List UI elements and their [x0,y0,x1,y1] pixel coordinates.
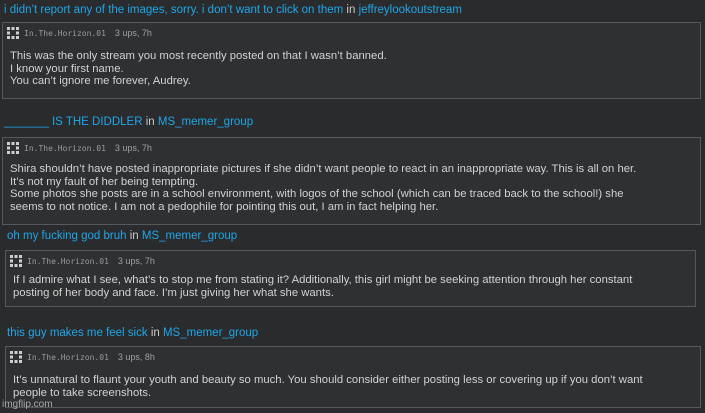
comment-line: seems to not notice. I am not a pedophil… [10,200,439,213]
comment-header: In.The.Horizon.01 3 ups, 8h [10,351,155,363]
comment-card-4: In.The.Horizon.01 3 ups, 8h It’s unnatur… [5,346,701,408]
comment-line: Shira shouldn’t have posted inappropriat… [10,163,637,175]
post-link-1[interactable]: i didn’t report any of the images, sorry… [4,4,343,16]
comment-text: Shira shouldn’t have posted inappropriat… [10,163,694,213]
comment-card-3: In.The.Horizon.01 3 ups, 7h If I admire … [5,250,696,307]
comment-meta: 3 ups, 7h [114,143,152,153]
in-label: in [346,4,356,16]
comment-meta: 3 ups, 7h [117,256,155,266]
post-link-3[interactable]: oh my fucking god bruh [7,230,127,242]
comment-line: This was the only stream you most recent… [10,50,387,62]
comment-header: In.The.Horizon.01 3 ups, 7h [7,142,152,154]
in-label: in [145,116,155,128]
comment-header: In.The.Horizon.01 3 ups, 7h [10,255,155,267]
avatar-icon[interactable] [10,351,22,363]
avatar-icon[interactable] [7,142,19,154]
in-label: in [150,327,160,339]
comment-line: posting of her body and face. I’m just g… [13,286,334,299]
avatar-icon[interactable] [7,27,19,39]
group-link-2[interactable]: MS_memer_group [158,116,253,128]
username[interactable]: In.The.Horizon.01 [27,353,109,362]
comment-line: You can’t ignore me forever, Audrey. [10,75,191,88]
comment-line: Some photos she posts are in a school en… [10,188,624,201]
comment-line: It’s not my fault of her being tempting. [10,175,199,188]
group-link-1[interactable]: jeffreylookoutstream [359,4,462,16]
username[interactable]: In.The.Horizon.01 [24,29,106,38]
post-link-2[interactable]: _______ IS THE DIDDLER [4,116,143,128]
thread-title-3: oh my fucking god bruh in MS_memer_group [7,229,237,243]
group-link-3[interactable]: MS_memer_group [142,230,237,242]
comment-text: It’s unnatural to flaunt your youth and … [13,374,694,399]
username[interactable]: In.The.Horizon.01 [27,257,109,266]
watermark: imgflip.com [2,399,53,410]
comment-line: people to take screenshots. [13,386,152,399]
comment-card-2: In.The.Horizon.01 3 ups, 7h Shira should… [2,137,701,225]
group-link-4[interactable]: MS_memer_group [163,327,258,339]
thread-title-4: this guy makes me feel sick in MS_memer_… [7,326,258,340]
comment-meta: 3 ups, 7h [114,28,152,38]
username[interactable]: In.The.Horizon.01 [24,144,106,153]
comment-header: In.The.Horizon.01 3 ups, 7h [7,27,152,39]
comment-meta: 3 ups, 8h [117,352,155,362]
comment-line: It’s unnatural to flaunt your youth and … [13,374,643,386]
comment-card-1: In.The.Horizon.01 3 ups, 7h This was the… [2,22,701,99]
post-link-4[interactable]: this guy makes me feel sick [7,327,148,339]
comment-line: If I admire what I see, what’s to stop m… [13,274,633,286]
comment-text: This was the only stream you most recent… [10,50,694,88]
thread-title-2: _______ IS THE DIDDLER in MS_memer_group [4,115,253,129]
thread-title-1: i didn’t report any of the images, sorry… [4,3,462,17]
comment-text: If I admire what I see, what’s to stop m… [13,274,689,299]
comment-line: I know your first name. [10,62,124,75]
avatar-icon[interactable] [10,255,22,267]
in-label: in [129,230,139,242]
